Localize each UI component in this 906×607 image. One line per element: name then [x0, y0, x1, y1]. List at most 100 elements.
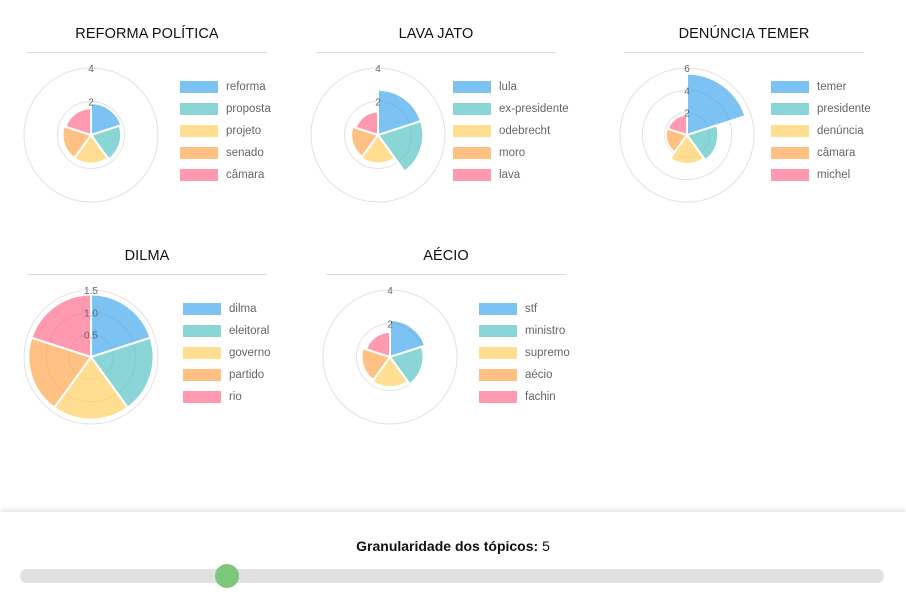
legend-swatch [771, 125, 809, 137]
legend-swatch [479, 391, 517, 403]
legend-swatch [180, 169, 218, 181]
tick-label: 1.5 [84, 286, 98, 297]
legend-label: governo [229, 347, 271, 359]
tick-label: 0.5 [84, 331, 98, 342]
legend-item-partido[interactable]: partido [183, 364, 271, 386]
legend-swatch [771, 169, 809, 181]
legend-item-lava[interactable]: lava [453, 164, 569, 186]
chart-legend: temer presidente denúncia câmara michel [771, 76, 871, 186]
legend-swatch [183, 369, 221, 381]
legend-item-lula[interactable]: lula [453, 76, 569, 98]
legend-item-temer[interactable]: temer [771, 76, 871, 98]
legend-item-proposta[interactable]: proposta [180, 98, 271, 120]
granularity-value: 5 [542, 538, 550, 554]
legend-item-aecio[interactable]: aécio [479, 364, 570, 386]
legend-label: dilma [229, 303, 257, 315]
legend-swatch [183, 325, 221, 337]
tick-label: 2 [88, 98, 94, 109]
tick-label: 6 [684, 64, 690, 75]
legend-item-dilma[interactable]: dilma [183, 298, 271, 320]
legend-swatch [180, 81, 218, 93]
legend-swatch [453, 147, 491, 159]
legend-item-presidente[interactable]: presidente [771, 98, 871, 120]
legend-swatch [453, 125, 491, 137]
legend-item-camara[interactable]: câmara [180, 164, 271, 186]
legend-item-rio[interactable]: rio [183, 386, 271, 408]
chart-legend: lula ex-presidente odebrecht moro lava [453, 76, 569, 186]
legend-swatch [479, 303, 517, 315]
legend-item-odebrecht[interactable]: odebrecht [453, 120, 569, 142]
legend-label: supremo [525, 347, 570, 359]
legend-swatch [180, 103, 218, 115]
legend-label: aécio [525, 369, 553, 381]
chart-legend: dilma eleitoral governo partido rio [183, 298, 271, 408]
legend-swatch [771, 147, 809, 159]
legend-label: stf [525, 303, 538, 315]
legend-label: michel [817, 169, 851, 181]
legend-label: câmara [226, 169, 265, 181]
granularity-bar: Granularidade dos tópicos: 5 [0, 512, 906, 607]
granularity-slider[interactable] [20, 564, 884, 588]
legend-item-moro[interactable]: moro [453, 142, 569, 164]
chart-legend: stf ministro supremo aécio fachin [479, 298, 570, 408]
legend-item-michel[interactable]: michel [771, 164, 871, 186]
legend-label: eleitoral [229, 325, 270, 337]
tick-label: 1.0 [84, 308, 98, 319]
legend-item-camara[interactable]: câmara [771, 142, 871, 164]
legend-item-denuncia[interactable]: denúncia [771, 120, 871, 142]
legend-swatch [479, 347, 517, 359]
legend-label: reforma [226, 81, 266, 93]
chart-panel-dilma: DILMA 0.5 1.0 1.5 dilma eleitoral governo parti… [0, 222, 300, 432]
tick-label: 2 [684, 109, 690, 120]
legend-label: lava [499, 169, 521, 181]
tick-label: 4 [88, 64, 94, 75]
legend-item-reforma[interactable]: reforma [180, 76, 271, 98]
legend-swatch [479, 369, 517, 381]
chart-panel-reforma-politica: REFORMA POLÍTICA 2 4 reforma proposta projeto… [0, 0, 300, 210]
legend-item-stf[interactable]: stf [479, 298, 570, 320]
chart-panel-denuncia-temer: DENÚNCIA TEMER 2 4 6 temer presidente denúncia… [597, 0, 897, 210]
legend-item-eleitoral[interactable]: eleitoral [183, 320, 271, 342]
legend-label: presidente [817, 103, 871, 115]
granularity-slider-thumb[interactable] [215, 564, 239, 588]
legend-label: rio [229, 391, 242, 403]
legend-swatch [479, 325, 517, 337]
chart-legend: reforma proposta projeto senado câmara [180, 76, 271, 186]
legend-swatch [771, 103, 809, 115]
legend-label: moro [499, 147, 526, 159]
chart-panel-aecio: AÉCIO 2 4 stf ministro supremo aécio fachin [299, 222, 599, 432]
legend-swatch [453, 81, 491, 93]
legend-item-governo[interactable]: governo [183, 342, 271, 364]
chart-panel-lava-jato: LAVA JATO 2 4 lula ex-presidente odebrecht mor… [289, 0, 589, 210]
legend-item-senado[interactable]: senado [180, 142, 271, 164]
legend-item-projeto[interactable]: projeto [180, 120, 271, 142]
legend-label: fachin [525, 391, 556, 403]
tick-label: 4 [387, 286, 393, 297]
legend-label: ex-presidente [499, 103, 569, 115]
legend-label: ministro [525, 325, 566, 337]
legend-label: projeto [226, 125, 262, 137]
legend-swatch [180, 125, 218, 137]
legend-item-ministro[interactable]: ministro [479, 320, 570, 342]
legend-swatch [183, 303, 221, 315]
legend-swatch [183, 347, 221, 359]
legend-label: senado [226, 147, 264, 159]
legend-item-fachin[interactable]: fachin [479, 386, 570, 408]
legend-item-supremo[interactable]: supremo [479, 342, 570, 364]
legend-label: denúncia [817, 125, 864, 137]
legend-label: odebrecht [499, 125, 551, 137]
legend-label: partido [229, 369, 265, 381]
tick-label: 2 [375, 98, 381, 109]
tick-label: 4 [684, 86, 690, 97]
legend-item-ex-presidente[interactable]: ex-presidente [453, 98, 569, 120]
granularity-readout: Granularidade dos tópicos: 5 [0, 538, 906, 554]
legend-label: proposta [226, 103, 271, 115]
legend-label: temer [817, 81, 847, 93]
legend-swatch [771, 81, 809, 93]
tick-label: 2 [387, 320, 393, 331]
granularity-label: Granularidade dos tópicos: [356, 538, 539, 554]
legend-label: câmara [817, 147, 856, 159]
legend-label: lula [499, 81, 517, 93]
legend-swatch [183, 391, 221, 403]
legend-swatch [180, 147, 218, 159]
